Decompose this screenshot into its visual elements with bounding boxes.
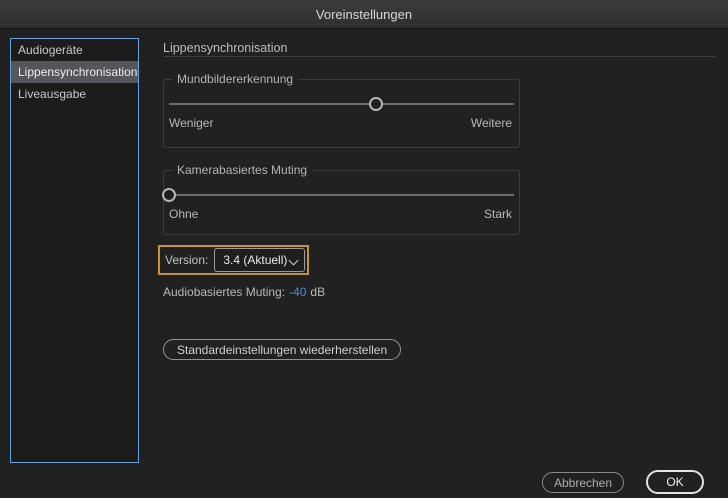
heading-divider bbox=[163, 56, 715, 57]
page-title: Lippensynchronisation bbox=[163, 41, 287, 55]
version-dropdown-value: 3.4 (Aktuell) bbox=[223, 253, 287, 267]
restore-defaults-button[interactable]: Standardeinstellungen wiederherstellen bbox=[163, 339, 401, 360]
audio-based-muting-label: Audiobasiertes Muting: bbox=[163, 285, 285, 299]
mouth-shape-detection-group: Mundbildererkennung Weniger Weitere bbox=[163, 79, 520, 148]
slider-min-label: Weniger bbox=[169, 116, 213, 130]
camera-based-muting-legend: Kamerabasiertes Muting bbox=[172, 163, 312, 177]
camera-based-muting-group: Kamerabasiertes Muting Ohne Stark bbox=[163, 170, 520, 235]
title-bar: Voreinstellungen bbox=[0, 0, 728, 29]
mouth-shape-detection-legend: Mundbildererkennung bbox=[172, 72, 298, 86]
preferences-dialog: Voreinstellungen Audiogeräte Lippensynch… bbox=[0, 0, 728, 498]
chevron-down-icon bbox=[289, 256, 298, 265]
version-dropdown[interactable]: 3.4 (Aktuell) bbox=[214, 248, 305, 272]
version-highlight-box: Version: 3.4 (Aktuell) bbox=[158, 245, 309, 275]
version-label: Version: bbox=[165, 253, 208, 267]
dialog-title: Voreinstellungen bbox=[316, 7, 412, 22]
slider-min-label: Ohne bbox=[169, 207, 198, 221]
cancel-button[interactable]: Abbrechen bbox=[542, 472, 624, 493]
preferences-category-list: Audiogeräte Lippensynchronisation Liveau… bbox=[10, 38, 139, 463]
slider-max-label: Stark bbox=[484, 207, 512, 221]
slider-max-label: Weitere bbox=[471, 116, 512, 130]
audio-based-muting-row: Audiobasiertes Muting: -40 dB bbox=[163, 285, 325, 299]
camera-based-muting-slider[interactable] bbox=[169, 194, 514, 196]
sidebar-item-lippensynchronisation[interactable]: Lippensynchronisation bbox=[11, 61, 138, 83]
sidebar-item-liveausgabe[interactable]: Liveausgabe bbox=[11, 83, 138, 105]
audio-based-muting-value[interactable]: -40 bbox=[289, 285, 306, 299]
mouth-shape-detection-slider-thumb[interactable] bbox=[369, 97, 383, 111]
audio-based-muting-unit: dB bbox=[310, 285, 325, 299]
slider-label-row: Weniger Weitere bbox=[169, 116, 512, 130]
sidebar-item-audiogeraete[interactable]: Audiogeräte bbox=[11, 39, 138, 61]
ok-button[interactable]: OK bbox=[646, 470, 704, 494]
camera-based-muting-slider-thumb[interactable] bbox=[162, 188, 176, 202]
mouth-shape-detection-slider[interactable] bbox=[169, 103, 514, 105]
slider-label-row: Ohne Stark bbox=[169, 207, 512, 221]
